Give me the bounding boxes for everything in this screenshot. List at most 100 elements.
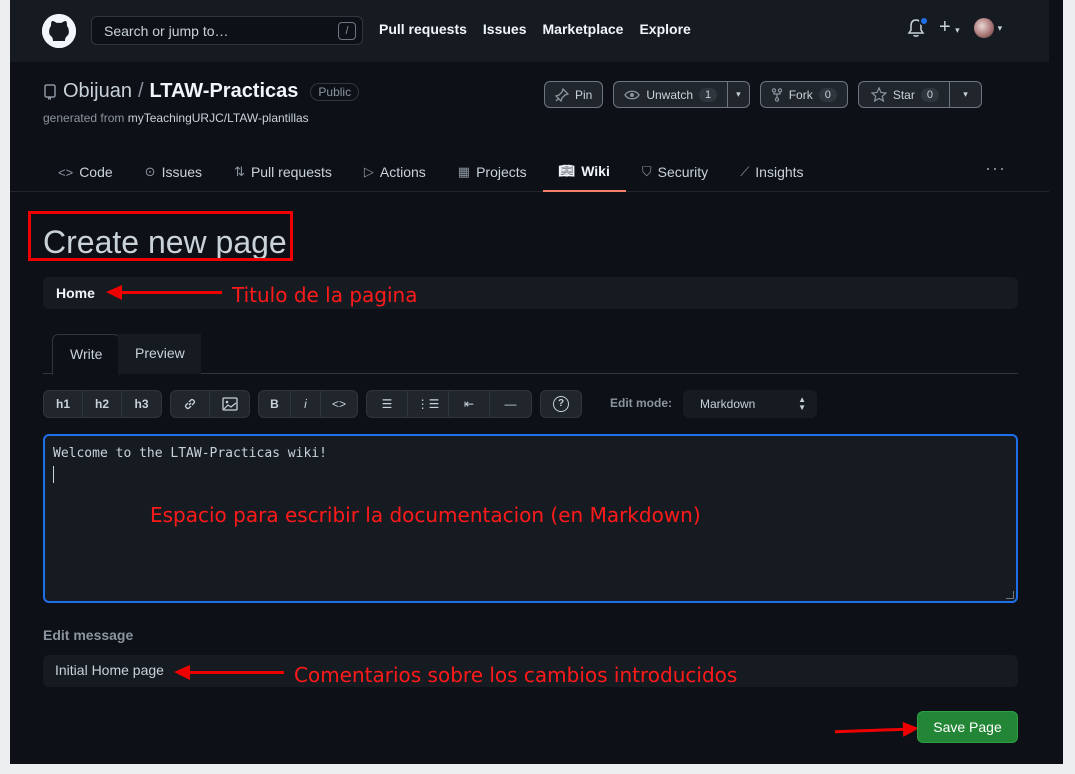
notification-bell-icon[interactable] <box>907 16 929 38</box>
annotation-message: Comentarios sobre los cambios introducid… <box>294 663 738 687</box>
eye-icon <box>624 90 641 99</box>
star-button[interactable]: Star 0 <box>857 81 950 108</box>
link-icon[interactable] <box>171 391 210 417</box>
search-placeholder: Search or jump to… <box>104 23 229 39</box>
more-tabs-icon[interactable]: ··· <box>985 158 1006 179</box>
visibility-badge: Public <box>310 82 360 101</box>
tab-label: Insights <box>755 164 804 180</box>
pull-request-icon: ⇅ <box>234 164 245 179</box>
search-input[interactable]: Search or jump to… / <box>91 16 363 45</box>
issue-icon: ⊙ <box>144 164 156 179</box>
bold-button[interactable]: B <box>259 391 291 417</box>
fork-button[interactable]: Fork 0 <box>759 81 848 108</box>
star-label: Star <box>892 87 915 102</box>
create-new-button[interactable]: + ▾ <box>939 16 960 38</box>
edit-mode-label: Edit mode: <box>610 396 672 410</box>
scrollbar[interactable] <box>1059 0 1063 764</box>
save-page-button[interactable]: Save Page <box>917 711 1018 743</box>
repo-tabs: <> Code ⊙ Issues ⇅ Pull requests ▷ Actions ▦… <box>42 152 820 192</box>
tab-label: Pull requests <box>250 164 332 180</box>
unwatch-button[interactable]: Unwatch 1 <box>613 81 729 108</box>
watch-dropdown-button[interactable]: ▾ <box>728 81 750 108</box>
watch-count: 1 <box>699 87 718 102</box>
heading-group: h1 h2 h3 <box>43 390 162 418</box>
tab-label: Security <box>657 164 709 180</box>
repository-header: Obijuan / LTAW-Practicas Public generate… <box>10 62 1049 192</box>
code-icon: <> <box>58 164 74 180</box>
template-repo-link[interactable]: myTeachingURJC/LTAW-plantillas <box>128 111 309 125</box>
tab-projects[interactable]: ▦ Projects <box>442 152 543 192</box>
markdown-toolbar: h1 h2 h3 B i <> ☰ ⋮☰ ⇤ — ? <box>43 390 582 418</box>
nav-issues[interactable]: Issues <box>483 21 527 37</box>
fork-icon <box>771 87 782 102</box>
repo-name-link[interactable]: LTAW-Practicas <box>150 80 299 103</box>
nav-marketplace[interactable]: Marketplace <box>543 21 624 37</box>
editor-tabs: Write Preview <box>43 334 1018 375</box>
chevron-down-icon: ▾ <box>997 22 1003 33</box>
nav-pull-requests[interactable]: Pull requests <box>379 21 467 37</box>
tab-code[interactable]: <> Code <box>42 152 129 192</box>
pin-icon <box>555 87 569 102</box>
annotation-arrow <box>106 285 222 300</box>
avatar <box>973 18 994 38</box>
nav-explore[interactable]: Explore <box>639 21 690 37</box>
plus-icon: + <box>939 16 951 38</box>
tab-label: Code <box>79 164 113 180</box>
github-logo-icon[interactable] <box>42 14 76 48</box>
edit-mode-select[interactable]: Markdown ▲ ▼ <box>683 390 817 418</box>
indent-list-icon[interactable]: ⇤ <box>449 391 490 417</box>
book-icon: 📖︎ <box>558 163 576 178</box>
tab-issues[interactable]: ⊙ Issues <box>129 152 218 192</box>
fork-count: 0 <box>818 87 837 102</box>
tab-security[interactable]: ⛉ Security <box>626 152 724 192</box>
top-nav: Pull requests Issues Marketplace Explore <box>379 21 691 37</box>
edit-mode-value: Markdown <box>700 397 756 411</box>
tab-label: Projects <box>476 164 527 180</box>
image-icon[interactable] <box>210 391 249 417</box>
tab-insights[interactable]: ⟋ Insights <box>724 152 819 192</box>
pin-button[interactable]: Pin <box>544 81 604 108</box>
h2-button[interactable]: h2 <box>83 391 122 417</box>
annotation-title: Titulo de la pagina <box>232 283 418 307</box>
help-button[interactable]: ? <box>540 390 582 418</box>
code-icon[interactable]: <> <box>321 391 357 417</box>
italic-button[interactable]: i <box>291 391 321 417</box>
star-dropdown-button[interactable]: ▾ <box>949 81 982 108</box>
tab-write[interactable]: Write <box>52 334 121 375</box>
select-arrows-icon: ▲ ▼ <box>798 395 806 412</box>
pin-label: Pin <box>575 87 593 102</box>
star-group: Star 0 ▾ <box>857 81 982 108</box>
repo-owner-link[interactable]: Obijuan <box>63 80 132 103</box>
tab-actions[interactable]: ▷ Actions <box>348 152 442 192</box>
repo-title: Obijuan / LTAW-Practicas Public <box>43 80 360 103</box>
highlight-box <box>28 211 293 261</box>
format-group: B i <> <box>258 390 358 418</box>
bullet-list-icon[interactable]: ☰ <box>367 391 408 417</box>
h1-button[interactable]: h1 <box>44 391 83 417</box>
numbered-list-icon[interactable]: ⋮☰ <box>408 391 449 417</box>
insert-group <box>170 390 250 418</box>
browser-window: Search or jump to… / Pull requests Issue… <box>10 0 1063 764</box>
tab-label: Wiki <box>581 163 610 179</box>
unwatch-label: Unwatch <box>646 87 694 102</box>
watch-group: Unwatch 1 ▾ <box>613 81 750 108</box>
resize-handle[interactable] <box>1006 591 1014 599</box>
text-cursor <box>53 466 54 483</box>
tab-pull-requests[interactable]: ⇅ Pull requests <box>218 152 348 192</box>
h3-button[interactable]: h3 <box>122 391 161 417</box>
user-menu[interactable]: ▾ <box>973 18 1003 38</box>
project-icon: ▦ <box>457 164 471 179</box>
horizontal-rule-icon[interactable]: — <box>490 391 531 417</box>
shield-icon: ⛉ <box>641 164 652 179</box>
repo-action-buttons: Pin Unwatch 1 ▾ Fork 0 Star 0 ▾ <box>544 81 982 108</box>
repo-icon <box>44 83 56 100</box>
header-actions: + ▾ ▾ <box>907 16 1003 38</box>
annotation-body: Espacio para escribir la documentacion (… <box>150 503 701 527</box>
graph-icon: ⟋ <box>740 164 750 179</box>
tab-preview[interactable]: Preview <box>118 334 201 374</box>
annotation-arrow <box>174 665 284 680</box>
star-count: 0 <box>920 87 939 102</box>
tab-label: Actions <box>379 164 426 180</box>
tab-wiki[interactable]: 📖︎ Wiki <box>542 152 626 192</box>
help-icon: ? <box>553 396 569 412</box>
